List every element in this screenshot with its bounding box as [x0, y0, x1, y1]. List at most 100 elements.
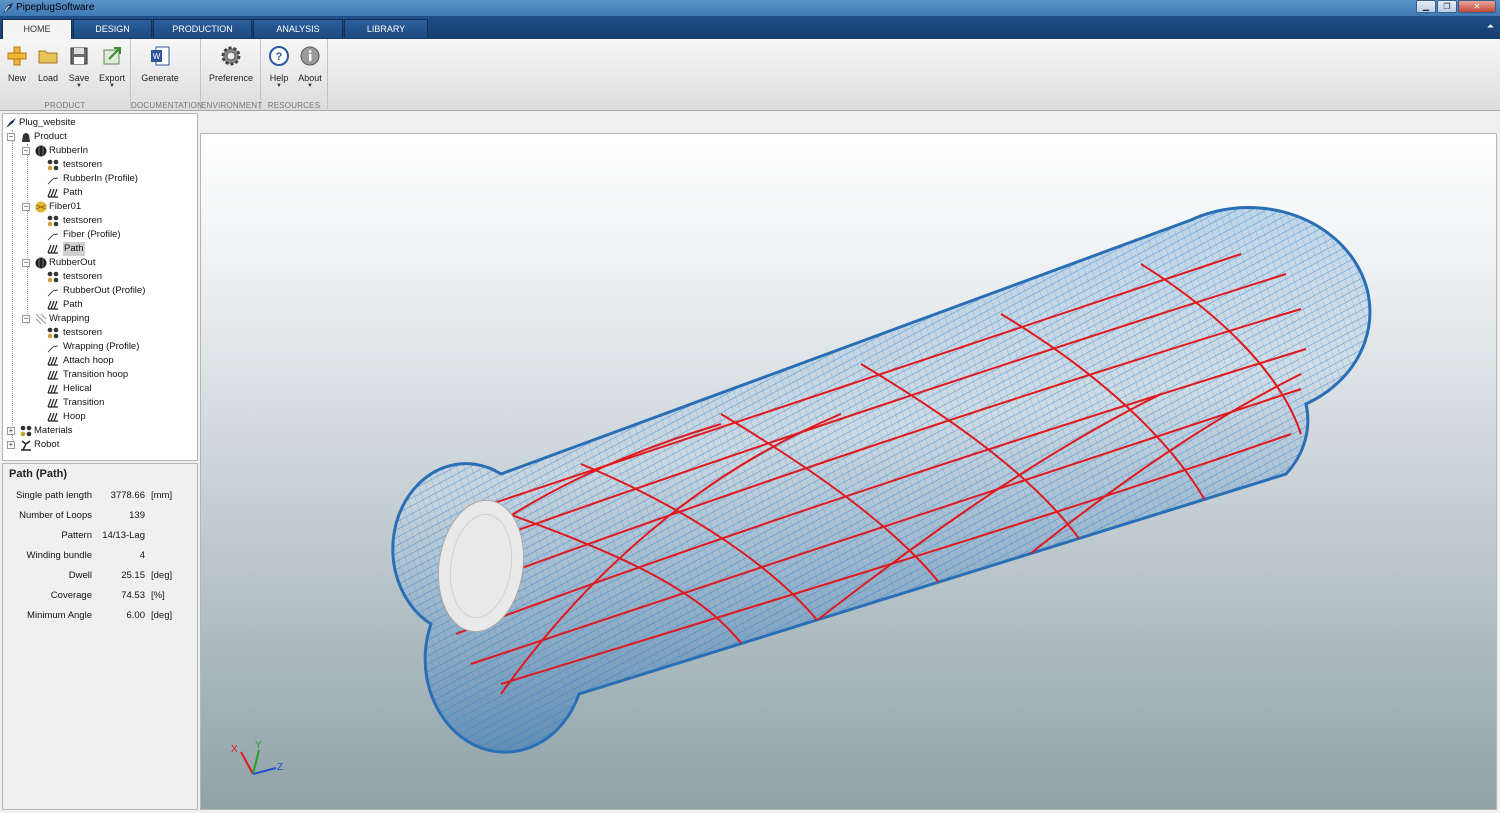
tab-production[interactable]: PRODUCTION	[153, 19, 252, 38]
tree-materials-label: Materials	[34, 425, 73, 436]
about-label: About	[298, 73, 322, 83]
about-dropdown-arrow[interactable]: ▼	[294, 83, 326, 89]
new-button[interactable]: New	[1, 45, 33, 83]
tree-robot-label: Robot	[34, 439, 60, 450]
plug-icon	[6, 118, 16, 128]
app-logo-icon	[3, 3, 13, 13]
path-winding-icon	[47, 244, 58, 254]
tree-item-label: Hoop	[63, 411, 86, 422]
close-button[interactable]: ✕	[1458, 0, 1496, 13]
property-value[interactable]: 139	[129, 510, 145, 521]
property-row: Number of Loops 139	[3, 510, 199, 524]
tab-analysis[interactable]: ANALYSIS	[253, 19, 343, 38]
svg-text:?: ?	[276, 51, 283, 63]
properties-title: Path (Path)	[9, 468, 68, 480]
rubber-layer-icon	[35, 257, 47, 269]
material-dots-icon	[47, 159, 59, 171]
3d-viewport[interactable]: X Y Z	[200, 133, 1497, 810]
property-row: Coverage 74.53 [%]	[3, 590, 199, 604]
properties-panel: Path (Path) Single path length 3778.66 […	[2, 463, 198, 810]
property-value[interactable]: 4	[140, 550, 145, 561]
path-winding-icon	[47, 188, 58, 198]
tree-item-label: RubberIn (Profile)	[63, 173, 138, 184]
collapse-expander[interactable]: −	[22, 315, 30, 323]
material-dots-icon	[20, 425, 32, 437]
collapse-ribbon-button[interactable]: ⏶	[1487, 21, 1494, 32]
help-dropdown-arrow[interactable]: ▼	[263, 83, 295, 89]
tree-item-label: RubberOut (Profile)	[63, 285, 146, 296]
export-button[interactable]: Export ▼	[96, 45, 128, 89]
property-label: Dwell	[68, 570, 92, 581]
tab-design[interactable]: DESIGN	[73, 19, 152, 38]
resources-group: ? Help ▼ About ▼ RESOURCES	[261, 39, 328, 111]
collapse-expander[interactable]: −	[7, 133, 15, 141]
tree-rubberin-label: RubberIn	[49, 145, 89, 156]
property-value[interactable]: 6.00	[127, 610, 146, 621]
tab-library[interactable]: LIBRARY	[344, 19, 428, 38]
expand-expander[interactable]: +	[7, 427, 15, 435]
generate-button[interactable]: W Generate	[139, 45, 181, 83]
property-value[interactable]: 74.53	[121, 590, 145, 601]
tree-product-label: Product	[34, 131, 67, 142]
property-value[interactable]: 14/13-Lag	[102, 530, 145, 541]
material-dots-icon	[47, 327, 59, 339]
property-unit: [deg]	[151, 570, 173, 581]
property-label: Pattern	[61, 530, 92, 541]
tree-item-label: testsoren	[63, 215, 103, 226]
tree-item-label: Fiber (Profile)	[63, 229, 121, 240]
profile-curve-icon	[47, 233, 59, 241]
about-button[interactable]: About ▼	[294, 45, 326, 89]
wound-pipe-model[interactable]: X Y Z	[201, 134, 1496, 809]
tree-guide-line	[12, 130, 13, 448]
property-value[interactable]: 3778.66	[111, 490, 145, 501]
resources-group-label: RESOURCES	[267, 101, 321, 110]
collapse-expander[interactable]: −	[22, 203, 30, 211]
tab-home[interactable]: HOME	[2, 19, 72, 39]
collapse-expander[interactable]: −	[22, 147, 30, 155]
tree-item-label: Path	[63, 187, 83, 198]
path-winding-icon	[47, 356, 58, 366]
property-row: Pattern 14/13-Lag	[3, 530, 199, 544]
preference-button[interactable]: Preference	[206, 45, 256, 83]
path-winding-icon	[47, 398, 58, 408]
tree-root-label: Plug_website	[19, 117, 76, 128]
property-row: Winding bundle 4	[3, 550, 199, 564]
help-label: Help	[269, 73, 289, 83]
new-label: New	[7, 73, 26, 83]
save-button[interactable]: Save ▼	[63, 45, 95, 89]
help-button[interactable]: ? Help ▼	[263, 45, 295, 89]
export-label: Export	[98, 73, 125, 83]
property-label: Single path length	[15, 490, 92, 501]
load-button[interactable]: Load	[32, 45, 64, 83]
save-dropdown-arrow[interactable]: ▼	[63, 83, 95, 89]
title-bar: PipeplugSoftware ▁ ❐ ✕	[0, 0, 1500, 16]
tree-wrapping-label: Wrapping	[49, 313, 90, 324]
property-unit: [%]	[151, 590, 165, 601]
property-label: Minimum Angle	[27, 610, 92, 621]
fiber-layer-icon	[35, 201, 47, 213]
tree-item-label: Attach hoop	[63, 355, 114, 366]
collapse-expander[interactable]: −	[22, 259, 30, 267]
new-plus-icon	[7, 46, 27, 66]
tree-item-label: Transition	[63, 397, 105, 408]
load-label: Load	[37, 73, 59, 83]
export-dropdown-arrow[interactable]: ▼	[96, 83, 128, 89]
expand-expander[interactable]: +	[7, 441, 15, 449]
path-winding-icon	[47, 300, 58, 310]
path-winding-icon	[47, 370, 58, 380]
property-label: Winding bundle	[26, 550, 93, 561]
word-document-icon: W	[151, 46, 170, 66]
z-axis-label: Z	[277, 762, 283, 773]
svg-text:W: W	[153, 52, 161, 61]
tree-item-label: Path	[63, 242, 85, 256]
tree-rubberout-label: RubberOut	[49, 257, 96, 268]
maximize-button[interactable]: ❐	[1437, 0, 1457, 13]
minimize-button[interactable]: ▁	[1416, 0, 1436, 13]
property-value[interactable]: 25.15	[121, 570, 145, 581]
generate-label: Generate	[141, 73, 179, 83]
rubber-layer-icon	[35, 145, 47, 157]
profile-curve-icon	[47, 177, 59, 185]
property-unit: [mm]	[151, 490, 173, 501]
tree-item-label: Wrapping (Profile)	[63, 341, 140, 352]
y-axis-label: Y	[255, 740, 262, 751]
